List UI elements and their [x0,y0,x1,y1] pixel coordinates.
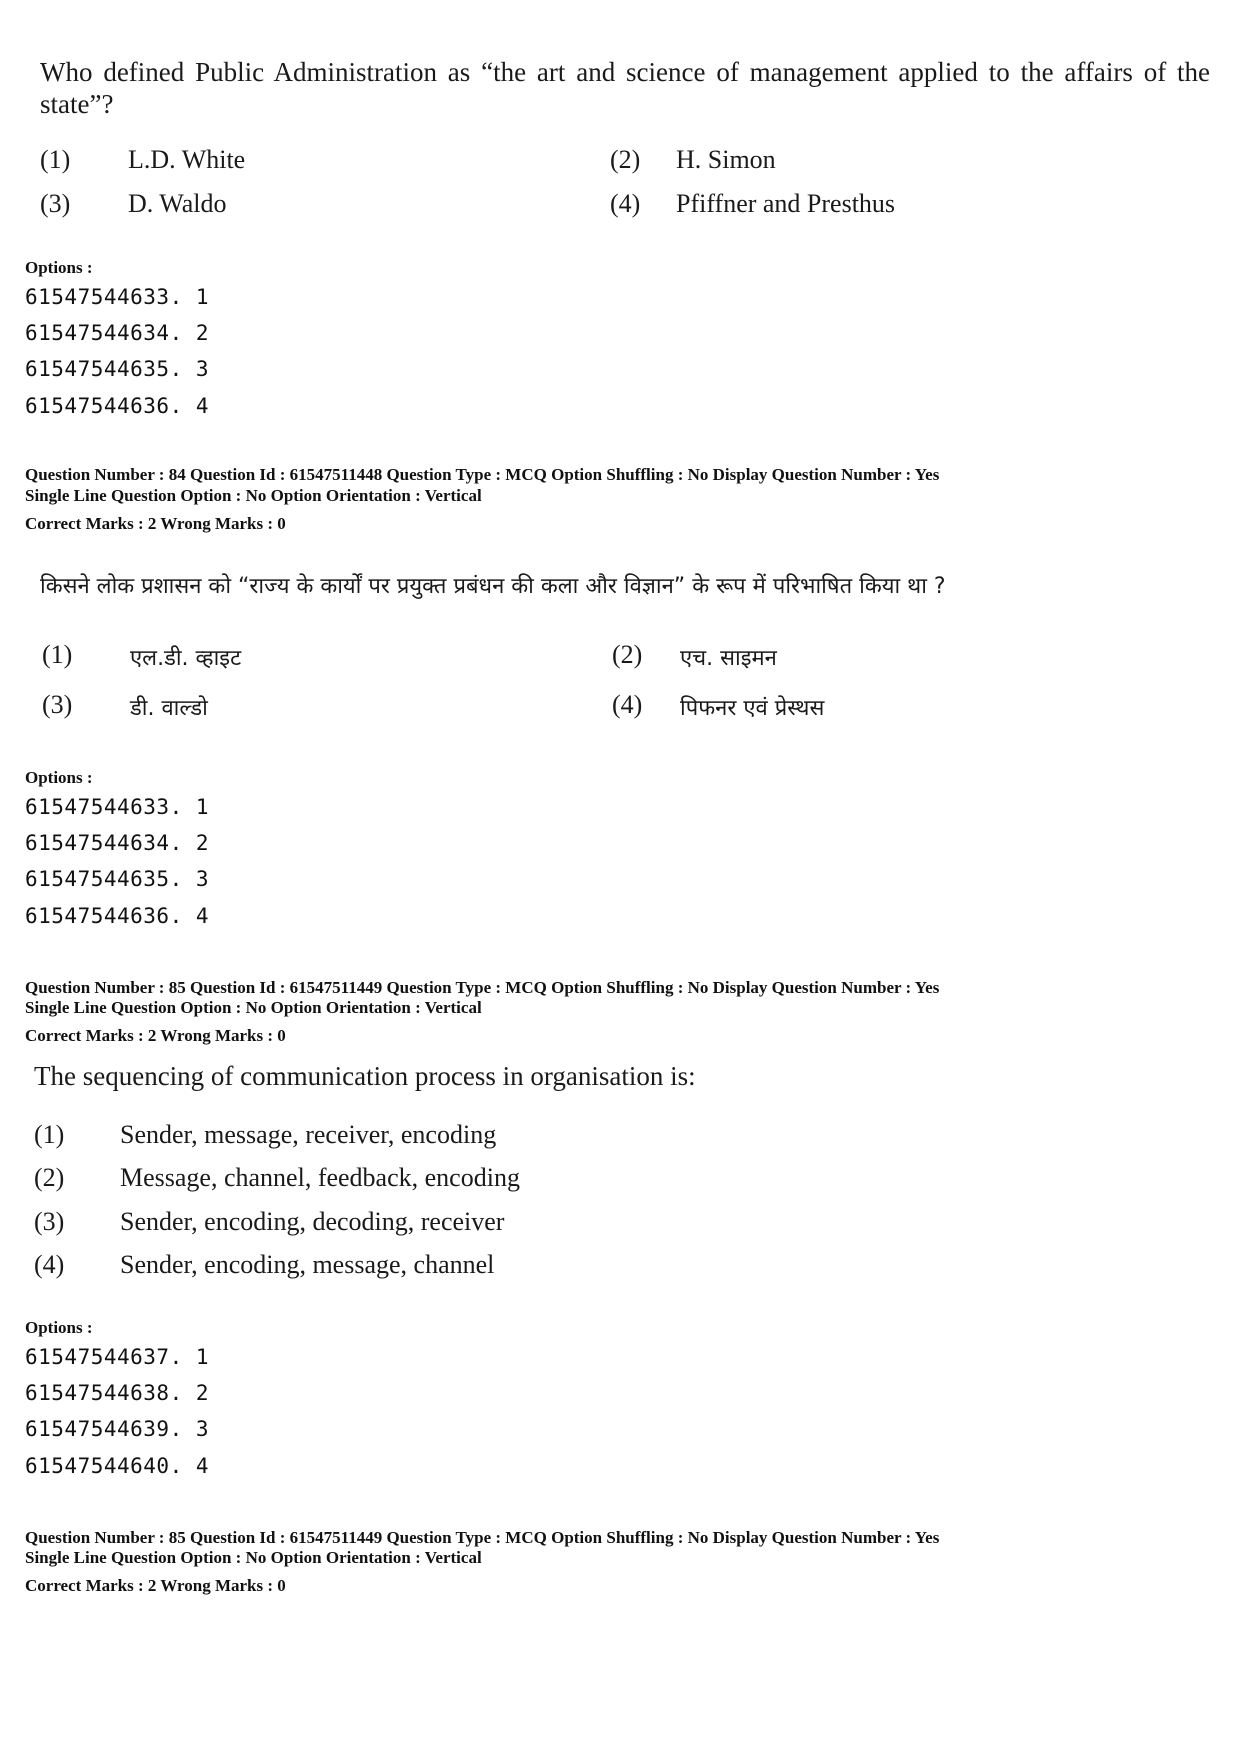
option-text: एच. साइमन [680,646,777,671]
option-id: 61547544637. 1 [25,1345,210,1369]
option-text: डी. वाल्डो [130,696,208,721]
option-text: H. Simon [676,145,776,174]
option-number: (2) [610,145,641,174]
option-number: (1) [34,1120,65,1149]
question-text: किसने लोक प्रशासन को “राज्य के कार्यों प… [40,574,946,599]
marks-line: Correct Marks : 2 Wrong Marks : 0 [25,1026,286,1045]
option-number: (1) [42,640,73,669]
option-id: 61547544635. 3 [25,357,210,381]
option-id: 61547544636. 4 [25,394,210,418]
metadata-line: Question Number : 85 Question Id : 61547… [25,978,940,997]
option-number: (3) [42,690,73,719]
option-number: (2) [612,640,643,669]
options-label: Options : [25,258,93,277]
option-id: 61547544638. 2 [25,1381,210,1405]
option-text: Sender, encoding, message, channel [120,1250,495,1279]
options-label: Options : [25,768,93,787]
option-number: (4) [610,189,641,218]
option-id: 61547544639. 3 [25,1417,210,1441]
marks-line: Correct Marks : 2 Wrong Marks : 0 [25,1576,286,1595]
option-id: 61547544635. 3 [25,867,210,891]
option-id: 61547544640. 4 [25,1454,210,1478]
option-number: (4) [34,1250,65,1279]
option-id: 61547544633. 1 [25,285,210,309]
marks-line: Correct Marks : 2 Wrong Marks : 0 [25,514,286,533]
option-number: (2) [34,1163,65,1192]
option-text: Sender, encoding, decoding, receiver [120,1207,505,1236]
option-id: 61547544634. 2 [25,831,210,855]
option-text: पिफनर एवं प्रेस्थस [680,696,825,721]
option-id: 61547544634. 2 [25,321,210,345]
option-text: Pfiffner and Presthus [676,189,896,218]
metadata-line: Single Line Question Option : No Option … [25,998,482,1017]
option-text: एल.डी. व्हाइट [130,646,242,671]
options-label: Options : [25,1318,93,1337]
metadata-line: Question Number : 85 Question Id : 61547… [25,1528,940,1547]
option-number: (4) [612,690,643,719]
option-number: (3) [40,189,71,218]
option-text: Sender, message, receiver, encoding [120,1120,497,1149]
option-text: Message, channel, feedback, encoding [120,1163,520,1192]
metadata-line: Single Line Question Option : No Option … [25,1548,482,1567]
metadata-line: Question Number : 84 Question Id : 61547… [25,465,940,484]
question-text: The sequencing of communication process … [34,1061,696,1091]
option-text: L.D. White [128,145,246,174]
metadata-line: Single Line Question Option : No Option … [25,486,482,505]
option-id: 61547544633. 1 [25,795,210,819]
option-text: D. Waldo [128,189,227,218]
option-id: 61547544636. 4 [25,904,210,928]
question-text: Who defined Public Administration as “th… [40,57,1210,119]
option-number: (1) [40,145,71,174]
option-number: (3) [34,1207,65,1236]
